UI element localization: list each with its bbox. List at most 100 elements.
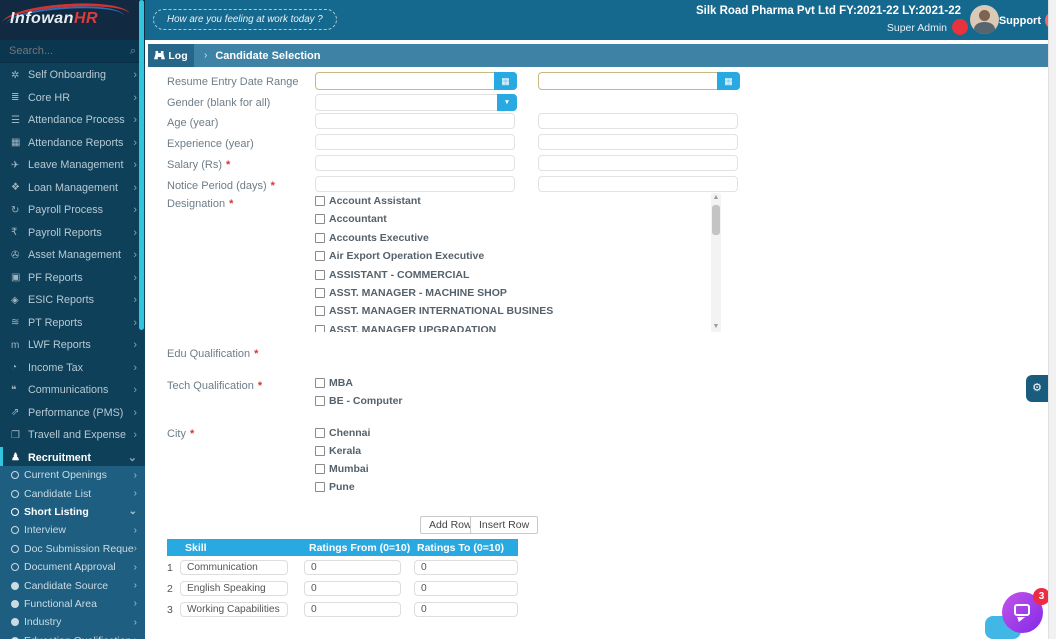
submenu-item-candidate-list[interactable]: Candidate List › [0,484,145,502]
sidebar-item-core-hr[interactable]: ≣ Core HR › [0,87,145,110]
gender-select[interactable]: ▼ [315,94,517,111]
experience-min-input[interactable] [315,134,515,150]
salary-min-input[interactable] [315,155,515,171]
designation-checkbox[interactable] [315,214,325,225]
chevron-right-icon: › [133,524,137,536]
submenu-item-functional-area[interactable]: Functional Area › [0,595,145,613]
chevron-right-icon: › [133,204,137,217]
submenu-item-document-approval[interactable]: Document Approval › [0,558,145,576]
chevron-right-icon: › [133,488,137,500]
ratings-to-input[interactable] [414,560,518,575]
row-number: 2 [167,582,173,595]
sidebar-item-label: Communications [28,384,109,397]
sidebar-item-lwf-reports[interactable]: m LWF Reports › [0,334,145,357]
sidebar-item-label: Leave Management [28,159,124,172]
city-checkbox[interactable] [315,446,325,456]
skills-table-header: Skill Ratings From (0=10) Ratings To (0=… [167,539,518,556]
avatar[interactable] [970,5,999,34]
submenu-item-label: Candidate List [24,487,92,500]
bullet-icon [11,618,19,627]
scroll-down-icon[interactable]: ▼ [711,322,721,332]
resume-date-range-label: Resume Entry Date Range [167,76,299,88]
notification-dot[interactable] [952,19,968,35]
submenu-item-short-listing[interactable]: Short Listing ⌄ [0,503,145,521]
company-fiscal-year: Silk Road Pharma Pvt Ltd FY:2021-22 LY:2… [695,5,961,17]
log-tab[interactable]: Log [148,44,194,67]
designation-checkbox[interactable] [315,196,325,206]
ratings-from-input[interactable] [304,602,401,617]
required-marker: * [270,180,275,192]
experience-max-input[interactable] [538,134,738,150]
tech-qualification-checkbox[interactable] [315,396,325,406]
dropdown-arrow-icon[interactable]: ▼ [497,94,517,111]
search-input[interactable] [0,40,118,62]
notice-max-input[interactable] [538,176,738,192]
submenu-item-label: Industry [24,616,62,629]
sidebar-item-travel-and-expense[interactable]: ❐ Travell and Expense › [0,424,145,447]
insert-row-button[interactable]: Insert Row [470,516,539,534]
sidebar-item-income-tax[interactable]: ◔ Income Tax › [0,357,145,380]
skill-input[interactable] [180,581,288,596]
submenu-item-label: Document Approval [24,561,116,574]
salary-max-input[interactable] [538,155,738,171]
calendar-icon[interactable]: ▦ [494,72,517,90]
sidebar-item-pf-reports[interactable]: ▣ PF Reports › [0,267,145,290]
mood-check-button[interactable]: How are you feeling at work today ? [153,9,337,30]
city-checkbox[interactable] [315,428,325,438]
designation-scrollbar[interactable]: ▲ ▼ [711,193,721,332]
calendar-icon[interactable]: ▦ [717,72,740,90]
sidebar-item-performance-pms[interactable]: ⇗ Performance (PMS) › [0,402,145,425]
scrollbar-thumb[interactable] [712,205,720,235]
sidebar-scrollbar[interactable] [139,0,144,330]
sidebar-item-pt-reports[interactable]: ≋ PT Reports › [0,312,145,335]
age-min-input[interactable] [315,113,515,129]
designation-checkbox[interactable] [315,232,325,243]
submenu-item-candidate-source[interactable]: Candidate Source › [0,576,145,594]
designation-checkbox[interactable] [315,287,325,298]
page-scrollbar[interactable] [1048,0,1056,639]
scroll-up-icon[interactable]: ▲ [711,193,721,203]
logo-text: Infowan [10,10,74,27]
chevron-right-icon: › [133,271,137,284]
resume-date-to-field: ▦ [538,72,740,90]
submenu-item-current-openings[interactable]: Current Openings › [0,466,145,484]
ratings-from-input[interactable] [304,581,401,596]
submenu-item-industry[interactable]: Industry › [0,613,145,631]
submenu-item-doc-submission-request[interactable]: Doc Submission Request › [0,540,145,558]
city-checkbox[interactable] [315,482,325,492]
submenu-item-education-qualification[interactable]: Education Qualification› [0,632,145,639]
ratings-from-input[interactable] [304,560,401,575]
ratings-to-input[interactable] [414,602,518,617]
resume-date-to-input[interactable] [539,73,715,89]
notice-min-input[interactable] [315,176,515,192]
tech-qualification-checkbox[interactable] [315,378,325,388]
resume-date-from-field: ▦ [315,72,517,90]
designation-checkbox[interactable] [315,251,325,262]
notice-period-label: Notice Period (days) * [167,180,275,192]
designation-checkbox[interactable] [315,269,325,280]
sidebar-item-asset-management[interactable]: ✇ Asset Management › [0,244,145,267]
settings-button[interactable]: ⚙ [1026,375,1048,402]
chevron-right-icon: › [133,339,137,352]
travel-expense-icon: ❐ [11,429,20,441]
sidebar-item-payroll-reports[interactable]: ₹ Payroll Reports › [0,222,145,245]
designation-checkbox[interactable] [315,306,325,317]
sidebar-item-attendance-process[interactable]: ☰ Attendance Process › [0,109,145,132]
sidebar-item-leave-management[interactable]: ✈ Leave Management › [0,154,145,177]
resume-date-from-input[interactable] [316,73,492,89]
city-checkbox[interactable] [315,464,325,474]
sidebar-item-payroll-process[interactable]: ↻ Payroll Process › [0,199,145,222]
sidebar-item-attendance-reports[interactable]: ▦ Attendance Reports › [0,132,145,155]
designation-checkbox[interactable] [315,324,325,332]
sidebar-item-esic-reports[interactable]: ◈ ESIC Reports › [0,289,145,312]
sidebar-item-self-onboarding[interactable]: ✲ Self Onboarding › [0,64,145,87]
sidebar-item-communications[interactable]: ❝ Communications › [0,379,145,402]
age-max-input[interactable] [538,113,738,129]
submenu-item-interview[interactable]: Interview › [0,521,145,539]
sidebar-item-loan-management[interactable]: ❖ Loan Management › [0,177,145,200]
skill-input[interactable] [180,602,288,617]
skills-table: Skill Ratings From (0=10) Ratings To (0=… [167,539,518,619]
ratings-to-input[interactable] [414,581,518,596]
skill-input[interactable] [180,560,288,575]
app-logo[interactable]: InfowanHR [10,10,98,28]
